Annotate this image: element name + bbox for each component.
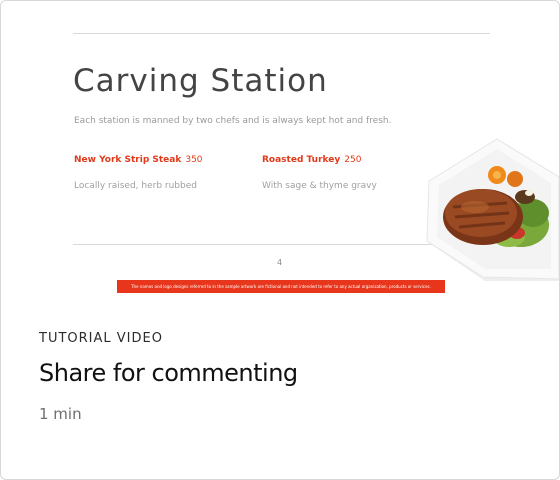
menu-item-name: New York Strip Steak 350 [74,155,203,165]
menu-item-label: New York Strip Steak [74,155,182,165]
tutorial-card[interactable]: Carving Station Each station is manned b… [0,0,560,480]
menu-item-description: Locally raised, herb rubbed [74,181,197,191]
divider-top [73,33,490,34]
steak-plate-image [425,133,559,283]
menu-item-price: 250 [344,155,362,165]
menu-title: Carving Station [73,63,328,99]
page-number: 4 [277,258,283,267]
divider-bottom [73,244,448,245]
menu-subtitle: Each station is manned by two chefs and … [74,116,392,126]
video-thumbnail[interactable]: Carving Station Each station is manned b… [1,1,559,301]
menu-item-name: Roasted Turkey 250 [262,155,361,165]
card-category: TUTORIAL VIDEO [39,331,163,346]
menu-item-description: With sage & thyme gravy [262,181,377,191]
disclaimer-banner: The names and logo designs referred to i… [117,280,445,293]
card-title[interactable]: Share for commenting [39,359,298,387]
card-duration: 1 min [39,405,82,423]
menu-item-price: 350 [185,155,203,165]
menu-item-label: Roasted Turkey [262,155,341,165]
